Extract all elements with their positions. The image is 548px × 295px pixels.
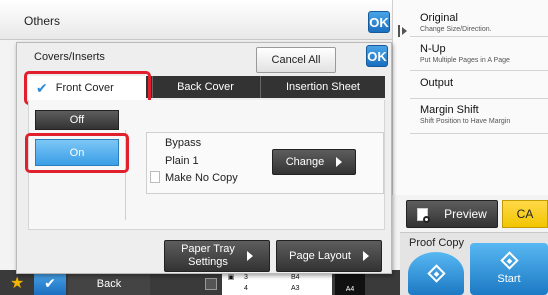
make-no-copy-label: Make No Copy (165, 172, 238, 184)
menu-item-margin-shift[interactable]: Margin Shift Shift Position to Have Marg… (410, 99, 548, 134)
menu-sub-original: Change Size/Direction. (420, 26, 492, 33)
menu-title-nup: N-Up (420, 43, 446, 55)
tab-back-cover[interactable]: Back Cover (152, 76, 258, 98)
tray-status-box-icon: ▣ (227, 274, 235, 281)
others-title: Others (24, 14, 61, 28)
no-copy-page-icon (150, 171, 160, 183)
preview-icon (417, 207, 431, 223)
start-icon (499, 250, 519, 270)
tray-4-number: 4 (244, 284, 248, 292)
arrow-right-icon (246, 251, 253, 261)
paper-tray-settings-label: Paper Tray Settings (181, 243, 235, 268)
menu-title-margin-shift: Margin Shift (420, 104, 479, 116)
on-button-highlight (25, 133, 129, 173)
tray-3-number: 3 (244, 274, 248, 281)
preview-label: Preview (444, 207, 487, 221)
menu-sub-margin-shift: Shift Position to Have Margin (420, 118, 511, 125)
tray-3-size: B4 (291, 274, 300, 281)
change-label: Change (285, 156, 325, 168)
menu-title-original: Original (420, 12, 458, 24)
tray-icon (205, 278, 217, 290)
menu-sub-nup: Put Multiple Pages in A Page (420, 57, 510, 64)
arrow-right-icon (336, 157, 343, 167)
dialog-ok-button[interactable]: OK (366, 45, 388, 67)
back-button[interactable]: Back (68, 272, 150, 295)
tray-4-size: A3 (291, 284, 300, 292)
checkmark-icon[interactable]: ✔ (34, 272, 66, 295)
start-button[interactable]: Start (470, 243, 548, 295)
menu-item-nup[interactable]: N-Up Put Multiple Pages in A Page (410, 37, 548, 71)
tab-insertion-sheet[interactable]: Insertion Sheet (260, 76, 385, 98)
proof-copy-label: Proof Copy (409, 237, 465, 249)
cancel-all-button[interactable]: Cancel All (256, 47, 336, 73)
paper-type-label: Plain 1 (165, 155, 199, 167)
menu-title-output: Output (420, 77, 454, 89)
page-layout-button[interactable]: Page Layout (276, 240, 382, 272)
paper-tray-settings-button[interactable]: Paper Tray Settings (164, 240, 270, 272)
start-label: Start (497, 272, 521, 285)
page-layout-label: Page Layout (289, 250, 351, 262)
proof-copy-icon (426, 264, 446, 283)
others-ok-button[interactable]: OK (368, 11, 390, 33)
change-button[interactable]: Change (272, 149, 356, 175)
preview-button[interactable]: Preview (406, 200, 498, 228)
tray-status: ▣ 3 B4 4 A3 (222, 272, 332, 295)
proof-copy-button[interactable] (408, 252, 464, 295)
collapse-arrow-icon[interactable] (402, 27, 407, 35)
menu-item-original[interactable]: Original Change Size/Direction. (410, 4, 548, 37)
dialog-title: Covers/Inserts (34, 51, 105, 63)
favorite-star-icon[interactable]: ★ (10, 276, 24, 292)
bypass-label: Bypass (165, 137, 202, 149)
ca-button[interactable]: CA (502, 200, 548, 228)
off-button[interactable]: Off (35, 110, 119, 130)
arrow-right-icon (362, 251, 369, 261)
collapse-bar-icon (398, 25, 400, 37)
paper-size-indicator: A4 (335, 274, 365, 295)
menu-item-output[interactable]: Output (410, 71, 548, 99)
